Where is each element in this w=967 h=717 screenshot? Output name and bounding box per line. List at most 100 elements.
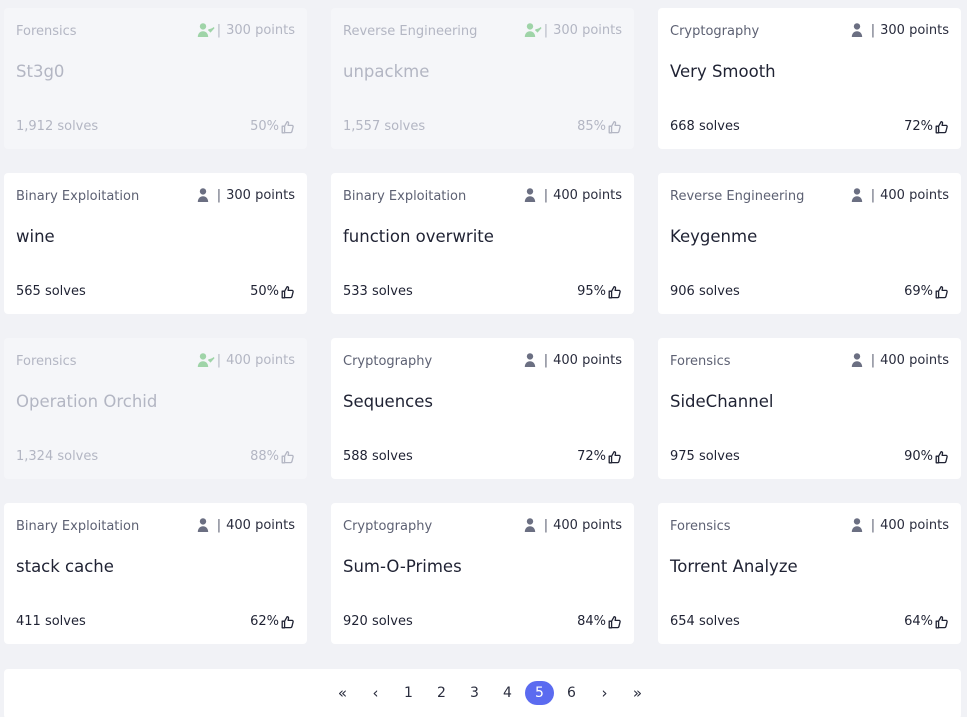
challenge-category: Cryptography — [343, 519, 433, 534]
challenge-name: St3g0 — [16, 62, 65, 81]
rating-label: 69% — [904, 284, 933, 299]
challenge-solves: 654 solves — [670, 614, 740, 629]
challenge-card[interactable]: Cryptography | 300 points Very Smooth 66… — [658, 8, 961, 149]
challenge-card[interactable]: Forensics | 400 points SideChannel 975 s… — [658, 338, 961, 479]
points-separator: | — [543, 187, 549, 203]
thumbs-up-icon — [608, 120, 622, 134]
challenge-name: wine — [16, 227, 55, 246]
page-3-button[interactable]: 3 — [459, 681, 490, 705]
points-label: 300 points — [226, 187, 295, 203]
challenge-rating: 95% — [577, 284, 622, 299]
challenge-grid: Forensics | 300 points St3g0 1,912 solve… — [4, 8, 962, 644]
user-icon — [524, 352, 542, 368]
challenge-solves: 920 solves — [343, 614, 413, 629]
rating-label: 50% — [250, 284, 279, 299]
challenge-solves: 565 solves — [16, 284, 86, 299]
challenge-card[interactable]: Reverse Engineering | 400 points Keygenm… — [658, 173, 961, 314]
challenge-card[interactable]: Forensics | 300 points St3g0 1,912 solve… — [4, 8, 307, 149]
user-check-icon — [197, 352, 215, 368]
page-4-button[interactable]: 4 — [492, 681, 523, 705]
challenge-solves: 533 solves — [343, 284, 413, 299]
challenge-solves: 1,324 solves — [16, 449, 99, 464]
challenge-name: unpackme — [343, 62, 430, 81]
points-label: 300 points — [226, 22, 295, 38]
rating-label: 85% — [577, 119, 606, 134]
user-icon — [851, 352, 869, 368]
thumbs-up-icon — [281, 615, 295, 629]
points-separator: | — [543, 517, 549, 533]
challenge-category: Forensics — [670, 519, 731, 534]
user-icon — [197, 187, 215, 203]
rating-label: 62% — [250, 614, 279, 629]
page-5-button[interactable]: 5 — [525, 681, 554, 705]
user-icon — [851, 517, 869, 533]
user-icon — [851, 22, 869, 38]
challenge-rating: 62% — [250, 614, 295, 629]
challenge-points: | 300 points — [197, 22, 295, 38]
rating-label: 50% — [250, 119, 279, 134]
points-separator: | — [870, 187, 876, 203]
thumbs-up-icon — [608, 450, 622, 464]
pagination-bar: « ‹ 1 2 3 4 5 6 › » — [4, 669, 961, 717]
points-label: 400 points — [226, 517, 295, 533]
challenge-points: | 300 points — [524, 22, 622, 38]
first-page-button[interactable]: « — [327, 681, 358, 705]
challenge-points: | 300 points — [197, 187, 295, 203]
points-separator: | — [216, 517, 222, 533]
challenge-rating: 64% — [904, 614, 949, 629]
challenge-card[interactable]: Binary Exploitation | 400 points functio… — [331, 173, 634, 314]
challenge-category: Forensics — [16, 24, 77, 39]
challenge-name: stack cache — [16, 557, 114, 576]
challenge-rating: 50% — [250, 119, 295, 134]
thumbs-up-icon — [935, 285, 949, 299]
challenge-card[interactable]: Binary Exploitation | 400 points stack c… — [4, 503, 307, 644]
challenge-name: Sequences — [343, 392, 433, 411]
challenge-points: | 400 points — [524, 352, 622, 368]
challenge-card[interactable]: Binary Exploitation | 300 points wine 56… — [4, 173, 307, 314]
rating-label: 72% — [577, 449, 606, 464]
points-separator: | — [216, 22, 222, 38]
points-separator: | — [216, 187, 222, 203]
thumbs-up-icon — [608, 285, 622, 299]
challenge-points: | 400 points — [851, 187, 949, 203]
challenge-category: Cryptography — [670, 24, 760, 39]
thumbs-up-icon — [935, 120, 949, 134]
challenge-rating: 90% — [904, 449, 949, 464]
challenge-name: SideChannel — [670, 392, 774, 411]
user-icon — [197, 517, 215, 533]
challenge-category: Reverse Engineering — [343, 24, 478, 39]
challenge-points: | 400 points — [524, 517, 622, 533]
points-label: 300 points — [553, 22, 622, 38]
challenge-card[interactable]: Cryptography | 400 points Sum-O-Primes 9… — [331, 503, 634, 644]
prev-page-button[interactable]: ‹ — [360, 681, 391, 705]
challenge-rating: 69% — [904, 284, 949, 299]
rating-label: 95% — [577, 284, 606, 299]
page-6-button[interactable]: 6 — [556, 681, 587, 705]
user-icon — [851, 187, 869, 203]
rating-label: 90% — [904, 449, 933, 464]
points-label: 400 points — [553, 517, 622, 533]
challenge-name: function overwrite — [343, 227, 494, 246]
points-separator: | — [543, 22, 549, 38]
challenge-card[interactable]: Forensics | 400 points Operation Orchid … — [4, 338, 307, 479]
next-page-button[interactable]: › — [589, 681, 620, 705]
challenge-points: | 300 points — [851, 22, 949, 38]
challenge-points: | 400 points — [197, 352, 295, 368]
challenge-rating: 72% — [577, 449, 622, 464]
points-separator: | — [216, 352, 222, 368]
points-label: 400 points — [880, 517, 949, 533]
challenge-rating: 72% — [904, 119, 949, 134]
points-label: 400 points — [880, 352, 949, 368]
challenge-card[interactable]: Forensics | 400 points Torrent Analyze 6… — [658, 503, 961, 644]
page-1-button[interactable]: 1 — [393, 681, 424, 705]
challenge-card[interactable]: Cryptography | 400 points Sequences 588 … — [331, 338, 634, 479]
challenge-category: Binary Exploitation — [16, 189, 140, 204]
challenge-solves: 975 solves — [670, 449, 740, 464]
page-2-button[interactable]: 2 — [426, 681, 457, 705]
challenge-category: Forensics — [16, 354, 77, 369]
points-label: 400 points — [553, 352, 622, 368]
challenge-name: Torrent Analyze — [670, 557, 798, 576]
challenge-card[interactable]: Reverse Engineering | 300 points unpackm… — [331, 8, 634, 149]
points-separator: | — [870, 22, 876, 38]
last-page-button[interactable]: » — [622, 681, 653, 705]
